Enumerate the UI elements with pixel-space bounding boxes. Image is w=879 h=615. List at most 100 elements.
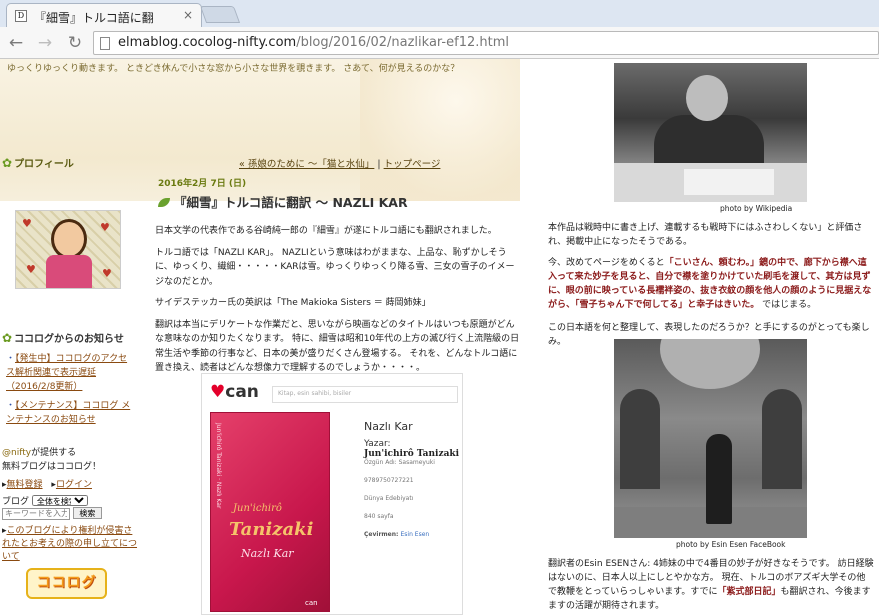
book-info: Nazlı Kar Yazar: Jun'ichirô Tanizaki Özg…: [364, 420, 460, 538]
heart-icon: ♥: [102, 267, 112, 280]
translator-name: Esin Esen: [400, 531, 430, 538]
quote-outro: ではじまる。: [759, 300, 817, 310]
top-page-link[interactable]: トップページ: [384, 159, 441, 170]
book-highlight: 「紫式部日記」: [717, 587, 781, 597]
tab-title: 『細雪』トルコ語に翻: [34, 11, 154, 25]
heart-icon: ♥: [100, 221, 110, 234]
photo-caption: photo by Esin Esen FaceBook: [676, 540, 786, 549]
news-item[interactable]: ・【メンテナンス】ココログ メンテナンスのお知らせ: [6, 399, 136, 427]
profile-heading[interactable]: ✿ プロフィール: [2, 155, 74, 170]
prev-post-link[interactable]: « 孫娘のために ～「猫と水仙」: [239, 159, 374, 170]
close-tab-icon[interactable]: ×: [183, 8, 193, 22]
photo-arch: [762, 389, 802, 489]
translator-label: Çevirmen:: [364, 531, 399, 538]
post-paragraph: トルコ語では「NAZLI KAR」。 NAZLIという意味はわがままな、上品な、…: [155, 247, 515, 287]
book-store-screenshot[interactable]: ♥can Kitap, esin sahibi, bisiler Jun'ich…: [201, 373, 463, 615]
original-title: Özgün Adı: Sasameyuki: [364, 459, 435, 466]
photo-person: [706, 434, 732, 524]
leaf-icon: [158, 198, 170, 207]
reload-icon[interactable]: ↻: [64, 32, 86, 54]
store-logo-text: can: [225, 382, 259, 402]
profile-avatar[interactable]: ♥ ♥ ♥ ♥: [15, 210, 121, 289]
book-cover: Jun'ichirô Tanizaki · Nazlı Kar Jun'ichi…: [210, 412, 330, 612]
news-heading-text: ココログからのお知らせ: [14, 334, 124, 345]
forward-arrow-icon[interactable]: →: [34, 32, 56, 54]
browser-toolbar: ← → ↻ elmablog.cocolog-nifty.com/blog/20…: [0, 27, 879, 59]
browser-tab[interactable]: D 『細雪』トルコ語に翻 ×: [6, 3, 202, 28]
cover-author-first: Jun'ichirô: [233, 503, 282, 514]
blog-tagline: ゆっくりゆっくり動きます。 ときどき休んで小さな窓から小さな世界を覗きます。 さ…: [7, 64, 460, 74]
login-link[interactable]: ログイン: [56, 480, 92, 490]
blog-header-banner: [0, 59, 520, 201]
page-icon: [100, 37, 110, 50]
cover-title: Nazlı Kar: [241, 547, 294, 560]
photo-paper: [684, 169, 774, 195]
provided-text: が提供する: [31, 448, 77, 458]
new-tab-button[interactable]: [199, 6, 241, 23]
news-heading: ✿ ココログからのお知らせ: [2, 330, 124, 345]
search-input[interactable]: [2, 507, 70, 520]
free-blog-link[interactable]: 無料ブログはココログ！: [2, 462, 101, 472]
search-button[interactable]: 検索: [72, 507, 102, 519]
tanizaki-photo[interactable]: [614, 63, 807, 202]
cover-publisher: can: [305, 599, 318, 607]
photo-dome: [660, 339, 760, 389]
photo-caption: photo by Wikipedia: [720, 204, 793, 213]
page-content: ゆっくりゆっくり動きます。 ときどき休んで小さな窓から小さな世界を覗きます。 さ…: [0, 59, 879, 615]
leaf-icon: ✿: [2, 331, 13, 345]
cover-spine-text: Jun'ichirô Tanizaki · Nazlı Kar: [215, 423, 222, 509]
profile-label: プロフィール: [14, 159, 74, 170]
leaf-icon: ✿: [2, 156, 13, 170]
rights-report[interactable]: ▸このブログにより権利が侵害されたとお考えの際の申し立てについて: [2, 525, 137, 564]
post-body: 日本文学の代表作である谷崎純一郎の『細雪』が遂にトルコ語にも翻訳されました。 ト…: [155, 224, 520, 383]
heart-icon: ♥: [210, 382, 226, 402]
search-scope-select[interactable]: 全体を検索: [31, 495, 88, 506]
post-title[interactable]: 『細雪』トルコ語に翻訳 ～ NAZLI KAR: [158, 192, 408, 211]
news-item[interactable]: ・【発生中】ココログのアクセス解析関連で表示遅延（2016/2/8更新）: [6, 352, 136, 394]
post-paragraph: 翻訳は本当にデリケートな作業だと、思いながら映画などのタイトルはいつも原題がどん…: [155, 319, 520, 374]
blog-search-scope: ブログ 全体を検索: [2, 494, 88, 507]
nifty-link[interactable]: @nifty: [2, 448, 31, 458]
page-favicon-icon: D: [15, 10, 27, 22]
post-title-text: 『細雪』トルコ語に翻訳 ～ NAZLI KAR: [174, 195, 408, 210]
cover-author-last: Tanizaki: [229, 519, 314, 540]
book-isbn: 9789750727221: [364, 477, 414, 484]
account-links: ▸無料登録 ▸ログイン: [2, 477, 98, 490]
translator: Çevirmen: Esin Esen: [364, 531, 460, 538]
url-path: /blog/2016/02/nazlikar-ef12.html: [296, 35, 509, 50]
photo-arch: [620, 389, 660, 489]
back-arrow-icon[interactable]: ←: [5, 32, 27, 54]
store-search-field: Kitap, esin sahibi, bisiler: [272, 386, 458, 403]
post-navigation: « 孫娘のために ～「猫と水仙」 | トップページ: [239, 156, 440, 170]
report-link[interactable]: このブログにより権利が侵害されたとお考えの際の申し立てについて: [2, 526, 137, 562]
signup-link[interactable]: 無料登録: [7, 480, 43, 490]
news-link[interactable]: 【発生中】ココログのアクセス解析関連で表示遅延（2016/2/8更新）: [6, 354, 127, 392]
news-link[interactable]: 【メンテナンス】ココログ メンテナンスのお知らせ: [6, 401, 130, 425]
url-text[interactable]: elmablog.cocolog-nifty.com/blog/2016/02/…: [118, 35, 509, 50]
post-date: 2016年2月 7日 (日): [158, 179, 247, 189]
post-paragraph: 日本文学の代表作である谷崎純一郎の『細雪』が遂にトルコ語にも翻訳されました。: [155, 226, 497, 236]
address-bar[interactable]: elmablog.cocolog-nifty.com/blog/2016/02/…: [93, 31, 879, 55]
nav-separator: |: [374, 159, 384, 170]
book-pages: 840 sayfa: [364, 513, 394, 520]
right-paragraph: 本作品は戦時中に書き上げ、連載するも戦時下にはふさわしくない」と評価され、掲載中…: [548, 223, 863, 247]
heart-icon: ♥: [26, 263, 36, 276]
book-author: Jun'ichirô Tanizaki: [364, 449, 460, 459]
book-series: Dünya Edebiyatı: [364, 495, 414, 502]
can-store-logo: ♥can: [210, 382, 259, 402]
quote-intro: 今、改めてページをめくると: [548, 258, 665, 268]
right-paragraph-quote: 今、改めてページをめくると「こいさん、頼むわ。」鏡の中で、廊下から襟へ這入って来…: [548, 256, 874, 312]
heart-icon: ♥: [22, 217, 32, 230]
bullet-icon: ・: [6, 354, 16, 364]
blog-search-form: 検索: [2, 507, 102, 520]
search-prefix: ブログ: [2, 497, 30, 507]
translator-photo[interactable]: [614, 339, 807, 538]
post-paragraph: サイデステッカー氏の英訳は「The Makioka Sisters ＝ 蒔岡姉妹…: [155, 298, 431, 308]
author-label: Yazar:: [364, 439, 391, 449]
bullet-icon: ・: [6, 401, 16, 411]
book-title: Nazlı Kar: [364, 420, 413, 433]
cocolog-logo[interactable]: ココログ: [26, 568, 107, 599]
url-host: elmablog.cocolog-nifty.com: [118, 35, 297, 50]
signup-icon: ▸: [2, 480, 7, 490]
avatar-figure-head: [51, 219, 87, 259]
